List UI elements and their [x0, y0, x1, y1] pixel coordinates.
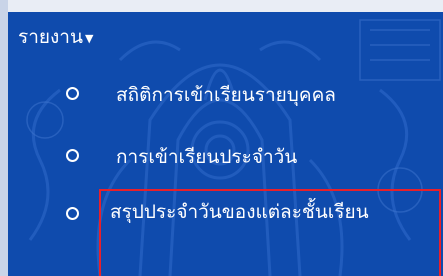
circle-bullet-icon [66, 149, 79, 162]
caret-down-icon: ▼ [84, 31, 94, 45]
menu-item-daily-attendance[interactable]: การเข้าเรียนประจำวัน [0, 138, 443, 172]
menu-item-label: การเข้าเรียนประจำวัน [116, 146, 298, 168]
menu-item-individual-attendance[interactable]: สถิติการเข้าเรียนรายบุคคล [0, 76, 443, 110]
highlight-box [99, 189, 441, 276]
report-menu-toggle[interactable]: รายงาน ▼ [18, 22, 93, 52]
circle-bullet-icon [66, 87, 79, 100]
circle-bullet-icon [66, 207, 79, 220]
menu-item-label: สถิติการเข้าเรียนรายบุคคล [116, 84, 336, 106]
report-menu-label: รายงาน [18, 26, 83, 48]
